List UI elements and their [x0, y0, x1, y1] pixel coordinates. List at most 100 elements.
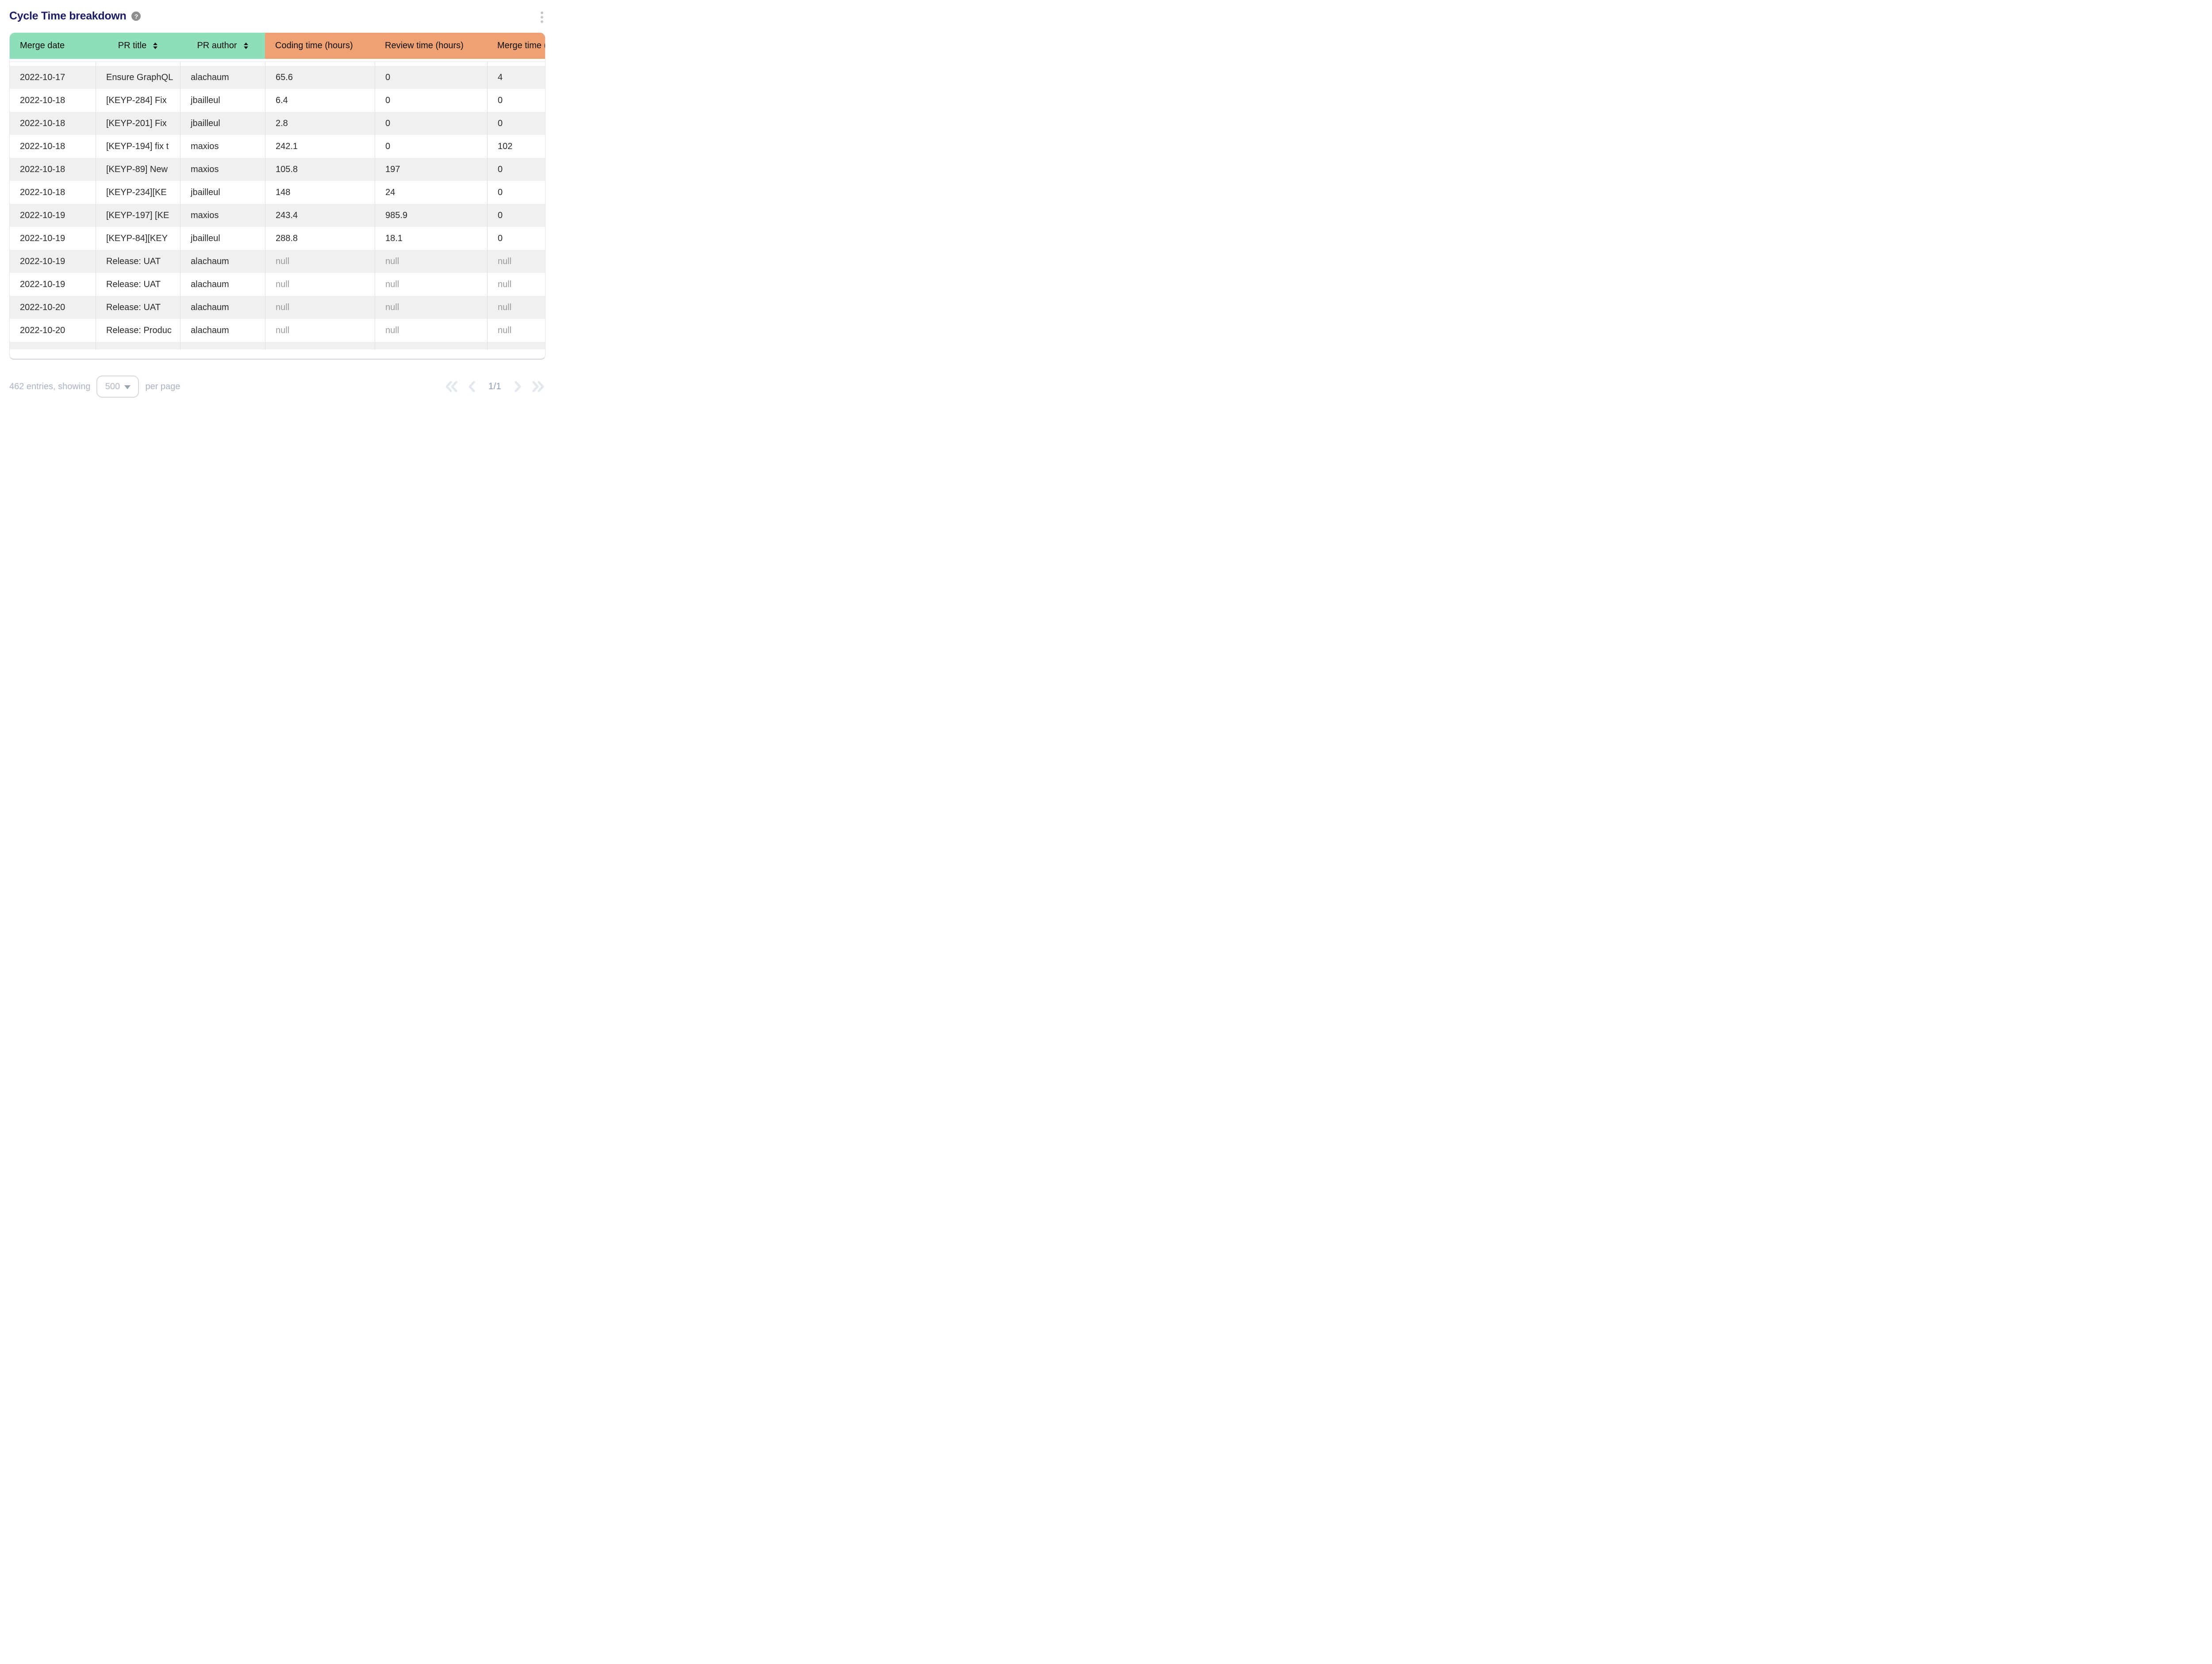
cell-merge_date: 2022-10-19: [10, 227, 96, 250]
cell-pr_author: alachaum: [180, 273, 265, 296]
cell-review_time: 0: [375, 135, 487, 158]
chevron-down-icon: [124, 385, 131, 389]
cell-pr_author: jbailleul: [180, 181, 265, 204]
empty-cell: [96, 62, 180, 66]
help-icon[interactable]: ?: [131, 12, 141, 21]
cell-merge_date: 2022-10-18: [10, 89, 96, 112]
empty-cell: [375, 62, 487, 66]
page-indicator: 1/1: [488, 381, 501, 392]
cell-pr_author: alachaum: [180, 319, 265, 342]
cycle-time-widget: Cycle Time breakdown ? Merge date PR titl…: [0, 0, 555, 416]
cell-pr_author: maxios: [180, 158, 265, 181]
cell-merge_date: 2022-10-19: [10, 273, 96, 296]
empty-cell: [265, 342, 375, 349]
cell-pr_author: jbailleul: [180, 89, 265, 112]
table-row: 2022-10-18[KEYP-201] Fixjbailleul2.800: [10, 112, 545, 135]
cycle-time-table-card: Merge date PR title PR author Coding time (…: [9, 33, 545, 360]
column-header-merge_time: Merge time (hours): [487, 33, 545, 59]
cell-review_time: null: [375, 273, 487, 296]
cell-coding_time: 288.8: [265, 227, 375, 250]
next-page-button[interactable]: [513, 380, 522, 393]
cell-coding_time: 6.4: [265, 89, 375, 112]
double-chevron-left-icon: [444, 380, 459, 393]
previous-page-button[interactable]: [467, 380, 477, 393]
kebab-dot: [541, 16, 543, 19]
cell-coding_time: 148: [265, 181, 375, 204]
cell-pr_title: Release: UAT: [96, 296, 180, 319]
cell-coding_time: null: [265, 250, 375, 273]
cell-pr_title: Release: Produc: [96, 319, 180, 342]
cell-pr_title: [KEYP-197] [KE: [96, 204, 180, 227]
cell-review_time: 0: [375, 89, 487, 112]
cell-review_time: null: [375, 319, 487, 342]
table-row: 2022-10-18[KEYP-194] fix tmaxios242.1010…: [10, 135, 545, 158]
cell-pr_title: Release: UAT: [96, 273, 180, 296]
cell-pr_title: [KEYP-84][KEY: [96, 227, 180, 250]
cell-merge_time: 102: [487, 135, 545, 158]
table-bottom-padding: [10, 349, 545, 359]
first-page-button[interactable]: [444, 380, 459, 393]
cell-review_time: null: [375, 296, 487, 319]
column-header-coding_time: Coding time (hours): [265, 33, 375, 59]
table-row: 2022-10-19[KEYP-84][KEYjbailleul288.818.…: [10, 227, 545, 250]
empty-cell: [375, 342, 487, 349]
empty-cell: [180, 62, 265, 66]
widget-titlebar: Cycle Time breakdown ?: [0, 0, 555, 23]
cell-pr_title: [KEYP-234][KE: [96, 181, 180, 204]
table-row: 2022-10-19Release: UATalachaumnullnullnu…: [10, 273, 545, 296]
column-header-label: Coding time (hours): [275, 41, 353, 51]
column-header-pr_title[interactable]: PR title: [96, 33, 180, 59]
cell-pr_author: maxios: [180, 204, 265, 227]
table-header-row: Merge date PR title PR author Coding time (…: [10, 33, 545, 59]
page-size-select[interactable]: 500: [96, 376, 139, 398]
column-header-review_time: Review time (hours): [375, 33, 487, 59]
cell-merge_date: 2022-10-20: [10, 319, 96, 342]
empty-cell: [10, 342, 96, 349]
cell-merge_date: 2022-10-19: [10, 250, 96, 273]
cell-merge_date: 2022-10-18: [10, 135, 96, 158]
page-size-value: 500: [105, 382, 120, 392]
cell-review_time: null: [375, 250, 487, 273]
chevron-right-icon: [513, 380, 522, 393]
column-header-label: PR author: [197, 41, 237, 51]
table-row: 2022-10-19Release: UATalachaumnullnullnu…: [10, 250, 545, 273]
table-row-partial: [10, 342, 545, 349]
cell-coding_time: null: [265, 273, 375, 296]
double-chevron-right-icon: [530, 380, 545, 393]
table-row: 2022-10-17Ensure GraphQLalachaum65.604: [10, 66, 545, 89]
column-header-pr_author[interactable]: PR author: [180, 33, 265, 59]
table-spacer-row: [10, 62, 545, 66]
table-row: 2022-10-18[KEYP-89] Newmaxios105.81970: [10, 158, 545, 181]
cell-merge_date: 2022-10-19: [10, 204, 96, 227]
cell-merge_time: null: [487, 319, 545, 342]
last-page-button[interactable]: [530, 380, 545, 393]
cell-merge_time: 4: [487, 66, 545, 89]
cell-coding_time: null: [265, 319, 375, 342]
cell-review_time: 0: [375, 66, 487, 89]
per-page-label: per page: [145, 382, 180, 392]
table-row: 2022-10-18[KEYP-284] Fixjbailleul6.400: [10, 89, 545, 112]
entries-summary: 462 entries, showing: [9, 382, 90, 392]
cell-review_time: 18.1: [375, 227, 487, 250]
table-row: 2022-10-18[KEYP-234][KEjbailleul148240: [10, 181, 545, 204]
column-header-label: Merge date: [20, 41, 65, 51]
table-footer: 462 entries, showing 500 per page 1/1: [9, 376, 545, 398]
cell-coding_time: null: [265, 296, 375, 319]
header-divider: [10, 59, 545, 62]
entries-info: 462 entries, showing 500 per page: [9, 376, 180, 398]
cell-pr_author: alachaum: [180, 296, 265, 319]
empty-cell: [265, 62, 375, 66]
cell-pr_author: maxios: [180, 135, 265, 158]
cell-merge_time: null: [487, 250, 545, 273]
cell-merge_date: 2022-10-20: [10, 296, 96, 319]
cell-merge_time: null: [487, 296, 545, 319]
table-body: 2022-10-17Ensure GraphQLalachaum65.60420…: [10, 62, 545, 349]
cell-pr_author: alachaum: [180, 250, 265, 273]
table-row: 2022-10-20Release: Producalachaumnullnul…: [10, 319, 545, 342]
table-row: 2022-10-19[KEYP-197] [KEmaxios243.4985.9…: [10, 204, 545, 227]
kebab-menu-icon[interactable]: [540, 11, 544, 24]
sort-icon: [244, 42, 248, 49]
cell-pr_author: jbailleul: [180, 227, 265, 250]
page-title: Cycle Time breakdown: [9, 10, 126, 23]
cell-pr_title: [KEYP-284] Fix: [96, 89, 180, 112]
